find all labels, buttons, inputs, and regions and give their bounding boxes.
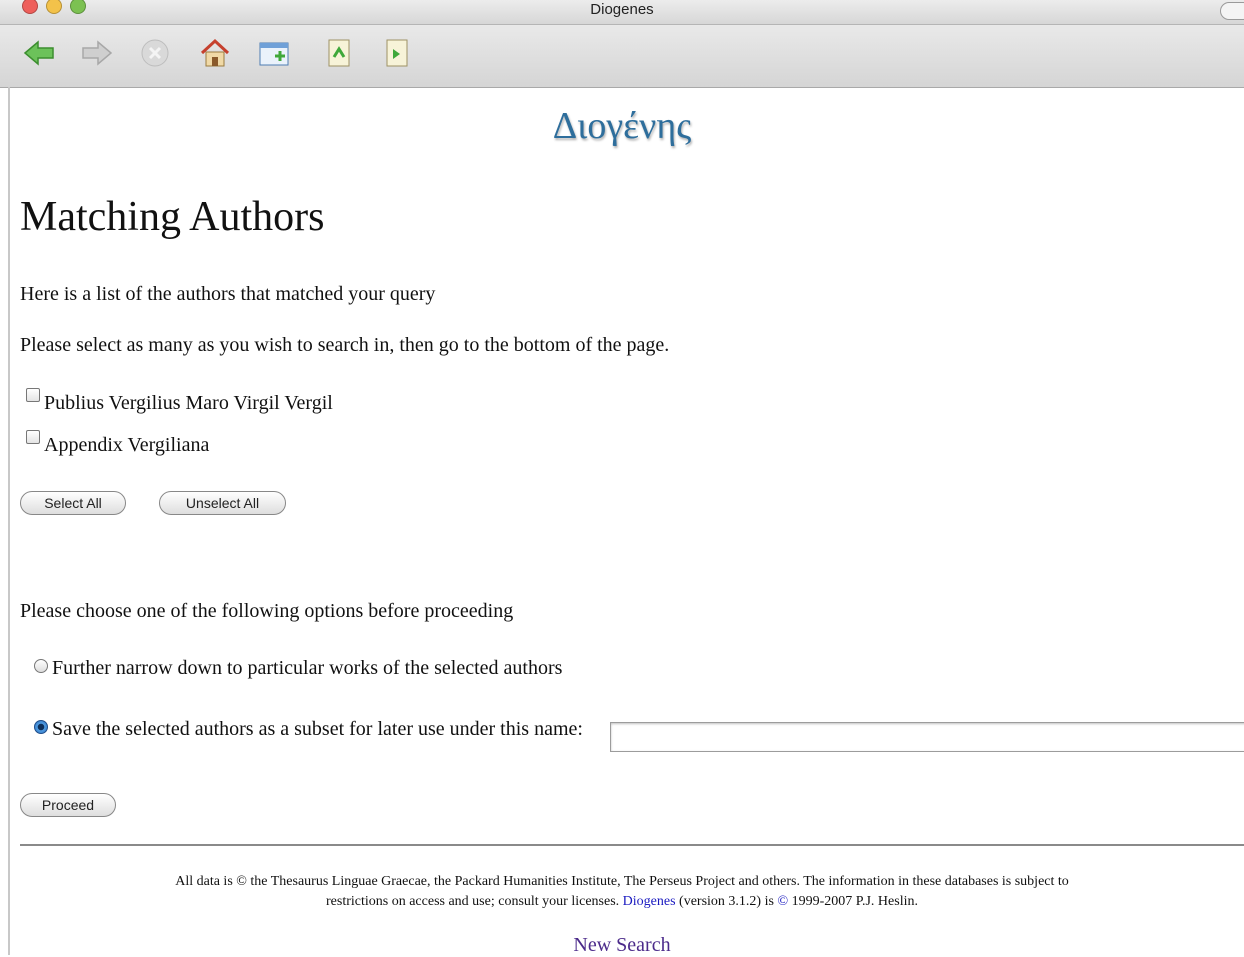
footer-line-2: restrictions on access and use; consult … <box>0 892 1244 912</box>
diogenes-link[interactable]: Diogenes <box>623 894 676 909</box>
proceed-button[interactable]: Proceed <box>20 793 116 817</box>
author-option: Appendix Vergiliana <box>26 430 210 457</box>
author-label: Publius Vergilius Maro Virgil Vergil <box>44 392 333 414</box>
stop-icon[interactable] <box>138 36 172 70</box>
author-checkbox[interactable] <box>26 430 40 444</box>
footer: All data is © the Thesaurus Linguae Grae… <box>0 872 1244 912</box>
author-checkbox[interactable] <box>26 388 40 402</box>
footer-line-1: All data is © the Thesaurus Linguae Grae… <box>175 874 1069 889</box>
footer-text: restrictions on access and use; consult … <box>326 894 620 909</box>
unselect-all-button[interactable]: Unselect All <box>159 491 286 515</box>
narrow-radio[interactable] <box>34 659 48 673</box>
copyright-link[interactable]: © <box>777 894 788 909</box>
browser-toolbar <box>0 25 1244 88</box>
forward-icon[interactable] <box>80 36 114 70</box>
options-prompt: Please choose one of the following optio… <box>20 600 514 622</box>
window-titlebar: Diogenes <box>0 0 1244 25</box>
footer-text: 1999-2007 P.J. Heslin. <box>791 894 918 909</box>
back-icon[interactable] <box>22 36 56 70</box>
new-window-icon[interactable] <box>258 36 292 70</box>
subset-name-input[interactable] <box>610 722 1244 752</box>
page-title: Matching Authors <box>20 194 325 240</box>
save-subset-radio[interactable] <box>34 720 48 734</box>
diogenes-logo: Διογένης <box>552 105 692 147</box>
window-title: Diogenes <box>590 1 654 18</box>
option-save-subset: Save the selected authors as a subset fo… <box>24 715 604 743</box>
intro-text: Here is a list of the authors that match… <box>20 283 436 305</box>
footer-text: (version 3.1.2) is <box>679 894 774 909</box>
instruction-text: Please select as many as you wish to sea… <box>20 334 670 356</box>
home-icon[interactable] <box>198 36 232 70</box>
new-search-link[interactable]: New Search <box>0 934 1244 957</box>
save-subset-label: Save the selected authors as a subset fo… <box>52 718 583 740</box>
save-icon[interactable] <box>380 36 414 70</box>
option-narrow: Further narrow down to particular works … <box>24 654 604 682</box>
select-all-button[interactable]: Select All <box>20 491 126 515</box>
footer-divider <box>20 844 1244 846</box>
toolbar-toggle-button[interactable] <box>1220 2 1244 20</box>
print-icon[interactable] <box>322 36 356 70</box>
author-option: Publius Vergilius Maro Virgil Vergil <box>26 388 333 415</box>
author-label: Appendix Vergiliana <box>44 434 210 456</box>
narrow-label: Further narrow down to particular works … <box>52 657 563 679</box>
content-frame-edge <box>8 87 10 955</box>
